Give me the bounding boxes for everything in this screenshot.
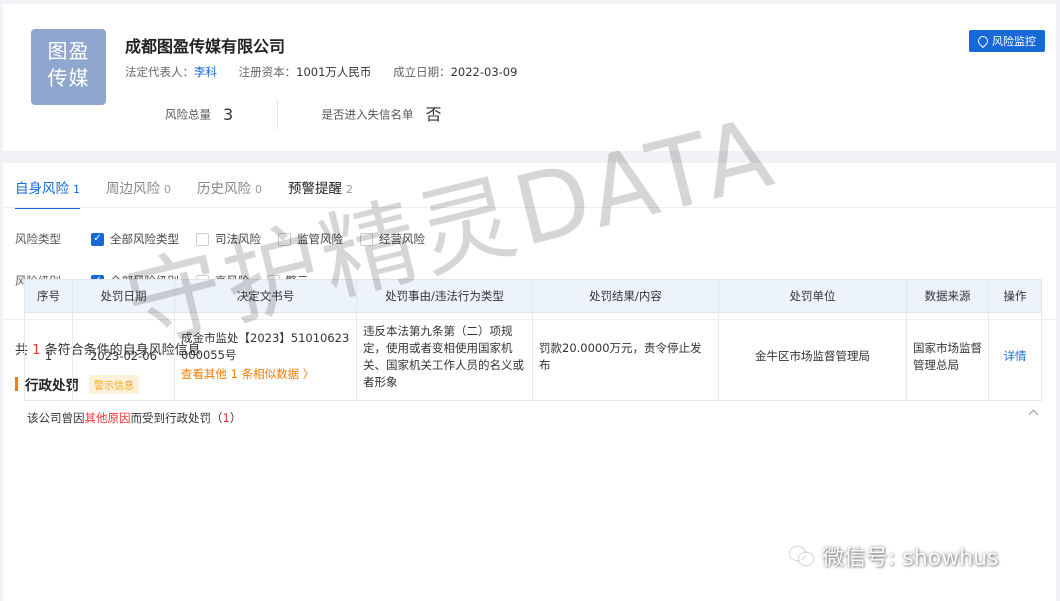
checkbox-empty-icon [278, 232, 291, 246]
founded-label: 成立日期： [393, 65, 451, 79]
checkbox-all-types[interactable]: ✓ 全部风险类型 [91, 231, 179, 247]
risk-stats: 风险总量 3 是否进入失信名单否 [165, 100, 442, 130]
capital-value: 1001万人民币 [296, 65, 372, 79]
th-doc-no: 决定文书号 [174, 279, 357, 313]
doc-no-text: 成金市监处【2023】51010623000055号 [181, 331, 350, 362]
company-header-card: 图盈 传媒 成都图盈传媒有限公司 法定代表人：李科 注册资本：1001万人民币 … [3, 4, 1056, 151]
tab-history-risk-label: 历史风险 [197, 181, 251, 197]
tab-divider [3, 207, 1056, 208]
checkbox-checked-icon: ✓ [91, 232, 104, 246]
blacklist-value: 否 [425, 104, 442, 124]
th-result: 处罚结果/内容 [532, 279, 719, 313]
details-link[interactable]: 详情 [1004, 349, 1027, 363]
cell-result: 罚款20.0000万元，责令停止发布 [532, 312, 719, 401]
risk-type-filter: 风险类型 ✓ 全部风险类型 司法风险 监管风险 经营风险 [15, 231, 442, 247]
risk-monitor-button[interactable]: 风险监控 [969, 30, 1045, 52]
tab-self-risk-label: 自身风险 [15, 181, 69, 197]
legal-rep-label: 法定代表人： [125, 65, 194, 79]
checkbox-empty-icon [196, 232, 209, 246]
summary-count: 1 [222, 411, 230, 425]
cell-action: 详情 [988, 312, 1042, 401]
founded-value: 2022-03-09 [450, 65, 518, 79]
th-index: 序号 [24, 279, 73, 313]
tab-warning-alert-label: 预警提醒 [288, 181, 342, 197]
penalty-table: 序号 处罚日期 决定文书号 处罚事由/违法行为类型 处罚结果/内容 处罚单位 数… [24, 279, 1042, 401]
summary-reason: 其他原因 [84, 411, 131, 425]
cell-date: 2023-02-06 [72, 312, 175, 401]
risk-tabs: 自身风险 1 周边风险 0 历史风险 0 预警提醒 2 [15, 177, 353, 209]
capital-label: 注册资本： [238, 65, 297, 79]
checkbox-operational-label: 经营风险 [379, 232, 425, 246]
summary-prefix: 该公司曾因 [27, 411, 85, 425]
tab-warning-alert[interactable]: 预警提醒 2 [288, 177, 353, 209]
th-action: 操作 [988, 279, 1042, 313]
penalty-summary[interactable]: 该公司曾因 其他原因 而受到行政处罚（ 1） [15, 403, 1043, 433]
tab-self-risk-count: 1 [73, 183, 80, 196]
chevron-up-icon[interactable] [1028, 409, 1039, 420]
checkbox-judicial-label: 司法风险 [215, 232, 261, 246]
legal-rep-link[interactable]: 李科 [194, 65, 217, 79]
summary-suffix: ） [229, 411, 242, 425]
checkbox-empty-icon [360, 232, 373, 246]
logo-line-1: 图盈 [47, 39, 90, 63]
table-row: 1 2023-02-06 成金市监处【2023】51010623000055号 … [24, 312, 1042, 401]
th-unit: 处罚单位 [718, 279, 907, 313]
cell-doc-no: 成金市监处【2023】51010623000055号 查看其他 1 条相似数据 … [174, 312, 357, 401]
tab-surrounding-risk-label: 周边风险 [106, 181, 160, 197]
th-date: 处罚日期 [72, 279, 175, 313]
company-logo: 图盈 传媒 [31, 29, 106, 105]
blacklist-label: 是否进入失信名单 [321, 107, 414, 122]
tab-warning-alert-count: 2 [346, 183, 353, 196]
cell-reason: 违反本法第九条第（二）项规定，使用或者变相使用国家机关、国家机关工作人员的名义或… [356, 312, 533, 401]
risk-monitor-label: 风险监控 [992, 35, 1036, 48]
risk-total-value: 3 [223, 104, 234, 124]
table-header-row: 序号 处罚日期 决定文书号 处罚事由/违法行为类型 处罚结果/内容 处罚单位 数… [24, 279, 1042, 313]
tab-history-risk[interactable]: 历史风险 0 [197, 177, 262, 209]
tab-self-risk[interactable]: 自身风险 1 [15, 177, 80, 209]
risk-total-label: 风险总量 [165, 107, 211, 122]
checkbox-all-types-label: 全部风险类型 [110, 232, 179, 246]
th-reason: 处罚事由/违法行为类型 [356, 279, 533, 313]
similar-data-link[interactable]: 查看其他 1 条相似数据 〉 [181, 366, 350, 383]
checkbox-judicial[interactable]: 司法风险 [196, 231, 261, 247]
checkbox-regulatory[interactable]: 监管风险 [278, 231, 343, 247]
stats-divider [276, 100, 278, 130]
logo-line-2: 传媒 [47, 66, 90, 90]
company-name: 成都图盈传媒有限公司 [125, 37, 286, 56]
summary-middle: 而受到行政处罚（ [130, 411, 223, 425]
cell-index: 1 [24, 312, 73, 401]
cell-source: 国家市场监督管理总局 [906, 312, 989, 401]
risk-type-label: 风险类型 [15, 232, 61, 246]
location-pin-icon [975, 33, 991, 49]
company-meta: 法定代表人：李科 注册资本：1001万人民币 成立日期：2022-03-09 [125, 64, 535, 80]
section-accent-bar [15, 377, 18, 391]
checkbox-operational[interactable]: 经营风险 [360, 231, 425, 247]
tab-surrounding-risk[interactable]: 周边风险 0 [106, 177, 171, 209]
tab-history-risk-count: 0 [255, 183, 262, 196]
th-source: 数据来源 [906, 279, 989, 313]
tab-surrounding-risk-count: 0 [164, 183, 171, 196]
checkbox-regulatory-label: 监管风险 [297, 232, 343, 246]
cell-unit: 金牛区市场监督管理局 [718, 312, 907, 401]
